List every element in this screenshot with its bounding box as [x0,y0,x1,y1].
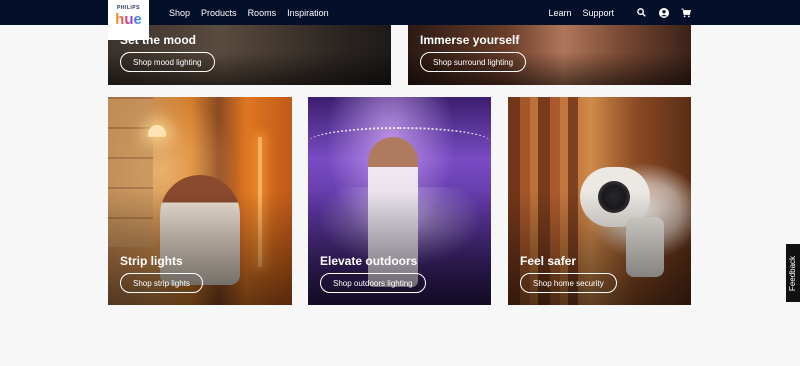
card-title: Immerse yourself [420,33,520,47]
account-icon[interactable] [658,7,669,18]
nav-inspiration[interactable]: Inspiration [287,8,329,18]
shop-outdoors-lighting-button[interactable]: Shop outdoors lighting [320,273,426,293]
nav-products[interactable]: Products [201,8,237,18]
nav-shop[interactable]: Shop [169,8,190,18]
card-mood[interactable]: Set the mood Shop mood lighting [108,25,391,85]
card-strip-lights[interactable]: Strip lights Shop strip lights [108,97,292,305]
shop-mood-lighting-button[interactable]: Shop mood lighting [120,52,215,72]
shop-strip-lights-button[interactable]: Shop strip lights [120,273,203,293]
nav-support[interactable]: Support [582,8,614,18]
shop-surround-lighting-button[interactable]: Shop surround lighting [420,52,527,72]
feedback-label: Feedback [788,255,798,291]
hue-wordmark: hue [115,11,142,28]
card-title: Strip lights [120,254,183,268]
shop-home-security-button[interactable]: Shop home security [520,273,617,293]
search-icon[interactable] [636,7,647,18]
primary-nav: Shop Products Rooms Inspiration [169,0,329,25]
card-elevate-outdoors[interactable]: Elevate outdoors Shop outdoors lighting [308,97,491,305]
cart-icon[interactable] [680,7,691,18]
nav-rooms[interactable]: Rooms [248,8,277,18]
brand-logo[interactable]: PHILIPS hue [108,0,149,40]
card-title: Elevate outdoors [320,254,418,268]
nav-learn[interactable]: Learn [548,8,571,18]
card-title: Feel safer [520,254,577,268]
feedback-tab[interactable]: Feedback [786,244,800,302]
card-immerse[interactable]: Immerse yourself Shop surround lighting [408,25,691,85]
secondary-nav: Learn Support [548,0,691,25]
card-feel-safer[interactable]: Feel safer Shop home security [508,97,691,305]
